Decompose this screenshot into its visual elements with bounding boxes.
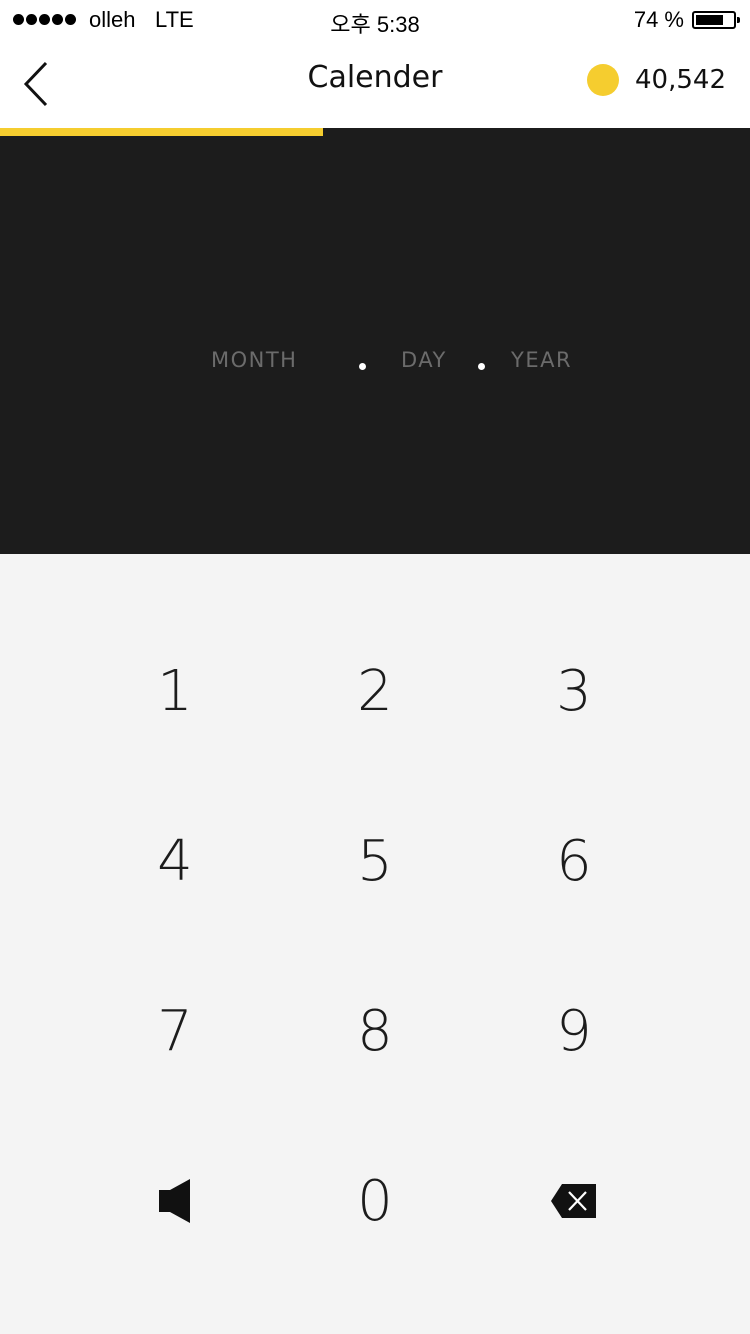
battery-percentage: 74 % bbox=[633, 7, 684, 32]
battery-icon bbox=[692, 11, 740, 29]
status-bar: olleh LTE 오후 5:38 74 % bbox=[0, 0, 750, 40]
month-field[interactable]: MONTH bbox=[211, 348, 297, 372]
sound-button[interactable] bbox=[95, 1136, 255, 1266]
coin-balance: 40,542 bbox=[587, 64, 726, 96]
key-4[interactable]: 4 bbox=[95, 796, 255, 926]
backspace-icon bbox=[551, 1184, 596, 1218]
key-9[interactable]: 9 bbox=[494, 966, 654, 1096]
key-7[interactable]: 7 bbox=[95, 966, 255, 1096]
key-0[interactable]: 0 bbox=[295, 1136, 455, 1266]
year-field[interactable]: YEAR bbox=[511, 348, 572, 372]
key-5[interactable]: 5 bbox=[295, 796, 455, 926]
day-field[interactable]: DAY bbox=[401, 348, 447, 372]
coin-icon bbox=[587, 64, 620, 96]
key-1[interactable]: 1 bbox=[95, 626, 255, 756]
app-header: Calender 40,542 bbox=[0, 40, 750, 128]
date-separator-dot bbox=[478, 363, 485, 370]
key-3[interactable]: 3 bbox=[494, 626, 654, 756]
progress-bar bbox=[0, 128, 750, 136]
key-8[interactable]: 8 bbox=[295, 966, 455, 1096]
date-separator-dot bbox=[359, 363, 366, 370]
key-6[interactable]: 6 bbox=[494, 796, 654, 926]
speaker-icon bbox=[159, 1179, 190, 1223]
delete-button[interactable] bbox=[494, 1136, 654, 1266]
number-keypad: 1 2 3 4 5 6 7 8 9 0 bbox=[0, 554, 750, 1334]
date-display: MONTH DAY YEAR bbox=[0, 136, 750, 554]
key-2[interactable]: 2 bbox=[295, 626, 455, 756]
progress-fill bbox=[0, 128, 323, 136]
coin-count: 40,542 bbox=[635, 65, 726, 95]
